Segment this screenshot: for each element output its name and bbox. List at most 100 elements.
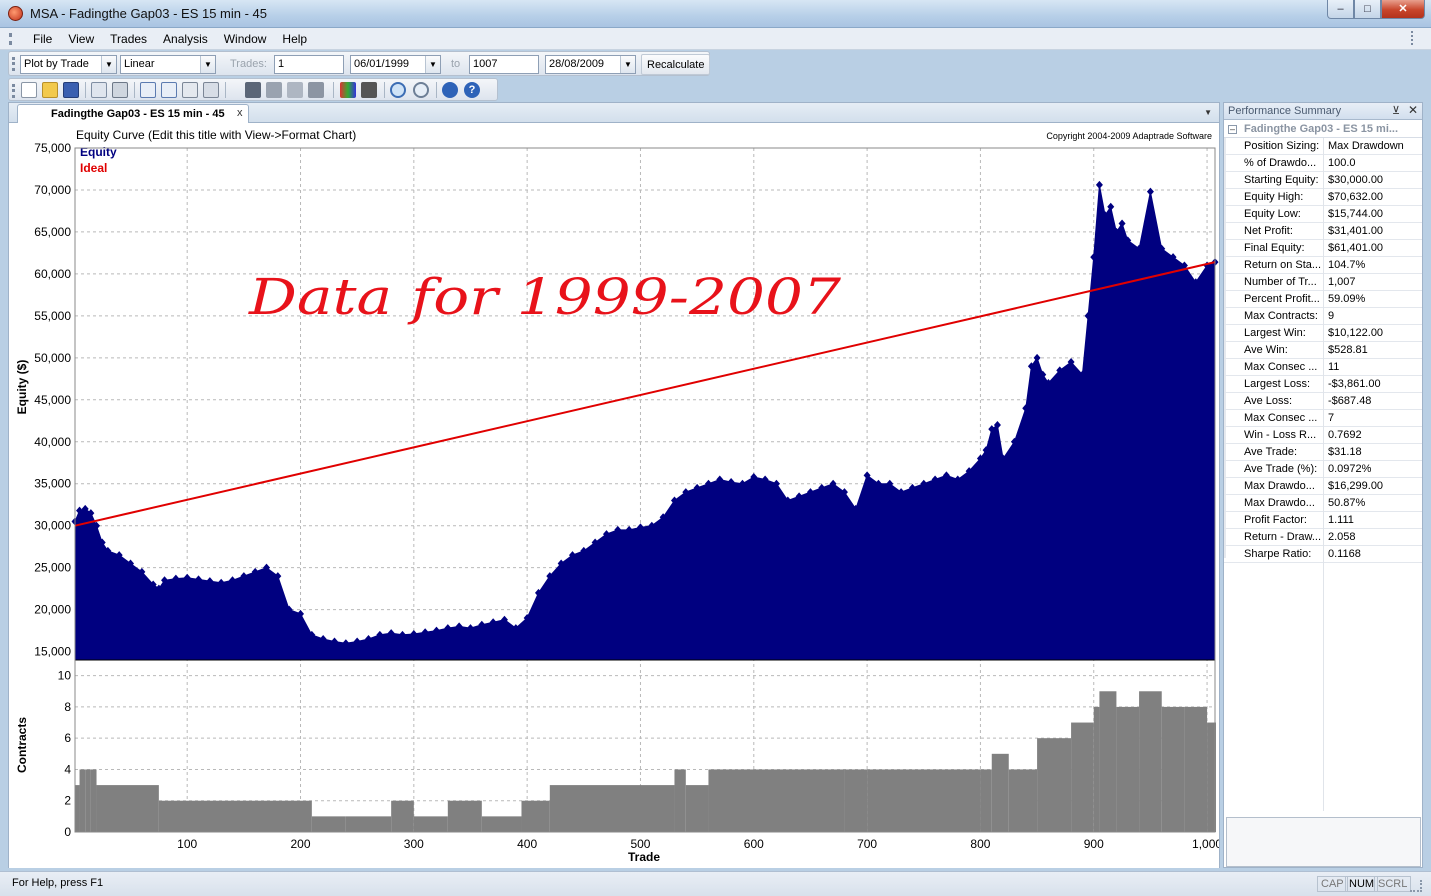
- stat-value: 9: [1328, 310, 1335, 322]
- chevron-down-icon[interactable]: ▼: [425, 56, 440, 73]
- stat-row[interactable]: Equity Low: $15,744.00: [1224, 206, 1422, 223]
- chevron-down-icon[interactable]: ▼: [101, 56, 116, 73]
- stat-label: Number of Tr...: [1244, 276, 1317, 288]
- open-icon[interactable]: [42, 82, 58, 98]
- contracts-bar: [1008, 769, 1038, 832]
- save-icon[interactable]: [63, 82, 79, 98]
- stat-row[interactable]: Ave Loss: -$687.48: [1224, 393, 1422, 410]
- stat-divider: [1323, 393, 1324, 410]
- pin-icon[interactable]: ⊻: [1392, 104, 1400, 117]
- new-icon[interactable]: [21, 82, 37, 98]
- stat-row[interactable]: Net Profit: $31,401.00: [1224, 223, 1422, 240]
- zoom-in-icon[interactable]: [390, 82, 406, 98]
- date-from-picker[interactable]: 06/01/1999 ▼: [350, 55, 441, 74]
- stat-row[interactable]: Max Contracts: 9: [1224, 308, 1422, 325]
- stat-row[interactable]: Percent Profit... 59.09%: [1224, 291, 1422, 308]
- stat-label: Max Drawdo...: [1244, 497, 1315, 509]
- chevron-down-icon[interactable]: ▼: [620, 56, 635, 73]
- app-icon[interactable]: [8, 6, 23, 21]
- menu-help[interactable]: Help: [274, 32, 315, 46]
- recalculate-button[interactable]: Recalculate: [641, 54, 711, 75]
- stat-row[interactable]: Position Sizing: Max Drawdown: [1224, 138, 1422, 155]
- stat-row[interactable]: Ave Win: $528.81: [1224, 342, 1422, 359]
- stat-row[interactable]: Largest Loss: -$3,861.00: [1224, 376, 1422, 393]
- stat-label: Sharpe Ratio:: [1244, 548, 1312, 560]
- close-icon[interactable]: ✕: [1408, 103, 1418, 117]
- status-message: For Help, press F1: [12, 877, 104, 889]
- menu-analysis[interactable]: Analysis: [155, 32, 216, 46]
- window-title: MSA - Fadingthe Gap03 - ES 15 min - 45: [30, 6, 268, 21]
- stat-row[interactable]: Max Drawdo... $16,299.00: [1224, 478, 1422, 495]
- about-icon[interactable]: [442, 82, 458, 98]
- equity-tick-label: 20,000: [34, 603, 71, 617]
- toolbar-grip[interactable]: [12, 57, 15, 71]
- edit-icon[interactable]: [140, 82, 156, 98]
- trades-to-input[interactable]: 1007: [469, 55, 539, 74]
- stat-label: Return on Sta...: [1244, 259, 1322, 271]
- contracts-bar: [991, 753, 1009, 832]
- stat-row[interactable]: % of Drawdo... 100.0: [1224, 155, 1422, 172]
- stat-label: % of Drawdo...: [1244, 157, 1317, 169]
- stat-row[interactable]: Win - Loss R... 0.7692: [1224, 427, 1422, 444]
- scale-select[interactable]: Linear ▼: [120, 55, 216, 74]
- layout-icon[interactable]: [361, 82, 377, 98]
- collapse-icon[interactable]: –: [1228, 125, 1237, 134]
- report-icon[interactable]: [182, 82, 198, 98]
- scrl-indicator: SCRL: [1374, 876, 1412, 892]
- chart-edit-icon[interactable]: [161, 82, 177, 98]
- chevron-down-icon[interactable]: ▼: [200, 56, 215, 73]
- book-icon[interactable]: [245, 82, 261, 98]
- maximize-button[interactable]: □: [1354, 0, 1381, 19]
- grid-icon[interactable]: [287, 82, 303, 98]
- contracts-bar: [1037, 738, 1072, 832]
- menu-window[interactable]: Window: [216, 32, 275, 46]
- help-icon[interactable]: ?: [464, 82, 480, 98]
- minimize-button[interactable]: –: [1327, 0, 1354, 19]
- stat-value: 1.111: [1328, 514, 1354, 526]
- stat-row[interactable]: Equity High: $70,632.00: [1224, 189, 1422, 206]
- stat-value: $70,632.00: [1328, 191, 1384, 203]
- stat-row[interactable]: Max Consec ... 11: [1224, 359, 1422, 376]
- stat-label: Profit Factor:: [1244, 514, 1307, 526]
- trades-label: Trades:: [230, 58, 267, 70]
- menu-file[interactable]: File: [25, 32, 60, 46]
- x-axis-label: Trade: [628, 850, 660, 864]
- stat-label: Max Consec ...: [1244, 361, 1318, 373]
- stat-row[interactable]: Max Drawdo... 50.87%: [1224, 495, 1422, 512]
- stat-row[interactable]: Profit Factor: 1.111: [1224, 512, 1422, 529]
- equity-chart[interactable]: Equity Curve (Edit this title with View-…: [9, 124, 1219, 868]
- stat-row[interactable]: Return - Draw... 2.058: [1224, 529, 1422, 546]
- close-icon[interactable]: x: [237, 107, 243, 119]
- bars-icon[interactable]: [308, 82, 324, 98]
- stat-row[interactable]: Starting Equity: $30,000.00: [1224, 172, 1422, 189]
- stat-row[interactable]: Return on Sta... 104.7%: [1224, 257, 1422, 274]
- stat-row[interactable]: Final Equity: $61,401.00: [1224, 240, 1422, 257]
- plot-mode-select[interactable]: Plot by Trade ▼: [20, 55, 117, 74]
- stat-row[interactable]: Ave Trade (%): 0.0972%: [1224, 461, 1422, 478]
- contracts-bar: [1184, 706, 1208, 832]
- x-tick-label: 900: [1084, 837, 1104, 851]
- close-button[interactable]: ✕: [1381, 0, 1425, 19]
- menu-trades[interactable]: Trades: [102, 32, 155, 46]
- menu-view[interactable]: View: [60, 32, 102, 46]
- copy-icon[interactable]: [91, 82, 107, 98]
- zoom-icon[interactable]: [413, 82, 429, 98]
- tab-list-icon[interactable]: ▼: [1204, 108, 1212, 117]
- menu-overflow[interactable]: [1411, 31, 1421, 45]
- toolbar-grip[interactable]: [12, 84, 15, 98]
- stat-row[interactable]: Max Consec ... 7: [1224, 410, 1422, 427]
- color-icon[interactable]: [340, 82, 356, 98]
- stat-row[interactable]: Largest Win: $10,122.00: [1224, 325, 1422, 342]
- menu-grip[interactable]: [9, 33, 12, 45]
- trades-from-input[interactable]: 1: [274, 55, 344, 74]
- stat-row[interactable]: Ave Trade: $31.18: [1224, 444, 1422, 461]
- table-icon[interactable]: [203, 82, 219, 98]
- lines-icon[interactable]: [266, 82, 282, 98]
- contracts-bar: [1093, 706, 1100, 832]
- resize-grip[interactable]: [1410, 880, 1422, 892]
- stat-row[interactable]: Number of Tr... 1,007: [1224, 274, 1422, 291]
- print-icon[interactable]: [112, 82, 128, 98]
- date-to-picker[interactable]: 28/08/2009 ▼: [545, 55, 636, 74]
- strategy-group[interactable]: – Fadingthe Gap03 - ES 15 mi...: [1224, 121, 1422, 138]
- document-tab[interactable]: Fadingthe Gap03 - ES 15 min - 45 x: [17, 104, 249, 123]
